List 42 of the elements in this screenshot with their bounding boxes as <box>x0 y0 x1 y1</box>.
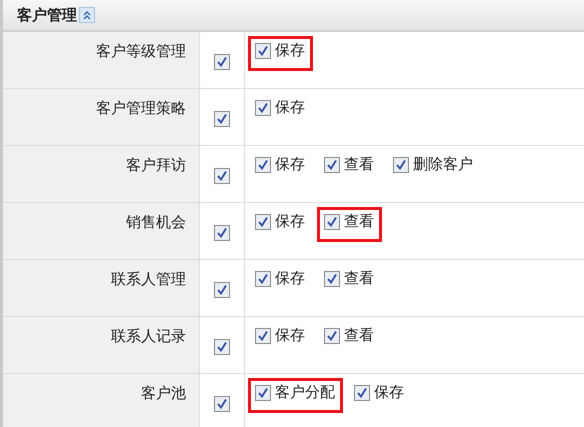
permission-checkbox[interactable] <box>255 156 271 172</box>
collapse-icon[interactable] <box>79 7 95 23</box>
module-checkbox[interactable] <box>214 282 230 298</box>
permission-checkbox[interactable] <box>324 270 340 286</box>
module-checkbox[interactable] <box>214 396 230 412</box>
module-checkbox[interactable] <box>214 111 230 127</box>
module-checkbox[interactable] <box>214 54 230 70</box>
permission-checkbox[interactable] <box>255 384 271 400</box>
permission-checkbox[interactable] <box>393 156 409 172</box>
permission-label: 查看 <box>344 212 374 231</box>
permission-checkbox[interactable] <box>255 214 271 230</box>
permission-label: 保存 <box>275 212 305 231</box>
permission-label: 保存 <box>374 383 404 402</box>
permission-label: 客户分配 <box>275 383 335 402</box>
permission-checkbox[interactable] <box>255 42 271 58</box>
permission-checkbox[interactable] <box>255 270 271 286</box>
module-name: 客户池 <box>141 384 186 403</box>
permission-label: 查看 <box>344 155 374 174</box>
module-checkbox[interactable] <box>214 225 230 241</box>
permission-checkbox[interactable] <box>324 156 340 172</box>
permission-checkbox[interactable] <box>324 214 340 230</box>
module-name: 联系人记录 <box>111 327 186 346</box>
section-title: 客户管理 <box>17 6 77 24</box>
module-name: 销售机会 <box>126 213 186 232</box>
module-name: 客户管理策略 <box>96 99 186 118</box>
permission-label: 保存 <box>275 41 305 60</box>
permission-label: 保存 <box>275 326 305 345</box>
permission-checkbox[interactable] <box>255 100 271 116</box>
permission-label: 查看 <box>344 269 374 288</box>
module-name: 客户等级管理 <box>96 42 186 61</box>
permission-label: 删除客户 <box>413 155 473 174</box>
permission-label: 查看 <box>344 326 374 345</box>
permission-label: 保存 <box>275 155 305 174</box>
module-name: 联系人管理 <box>111 270 186 289</box>
module-name: 客户拜访 <box>126 156 186 175</box>
permission-label: 保存 <box>275 98 305 117</box>
permission-checkbox[interactable] <box>354 384 370 400</box>
permission-checkbox[interactable] <box>255 328 271 344</box>
permission-label: 保存 <box>275 269 305 288</box>
module-checkbox[interactable] <box>214 168 230 184</box>
module-checkbox[interactable] <box>214 339 230 355</box>
permission-checkbox[interactable] <box>324 328 340 344</box>
